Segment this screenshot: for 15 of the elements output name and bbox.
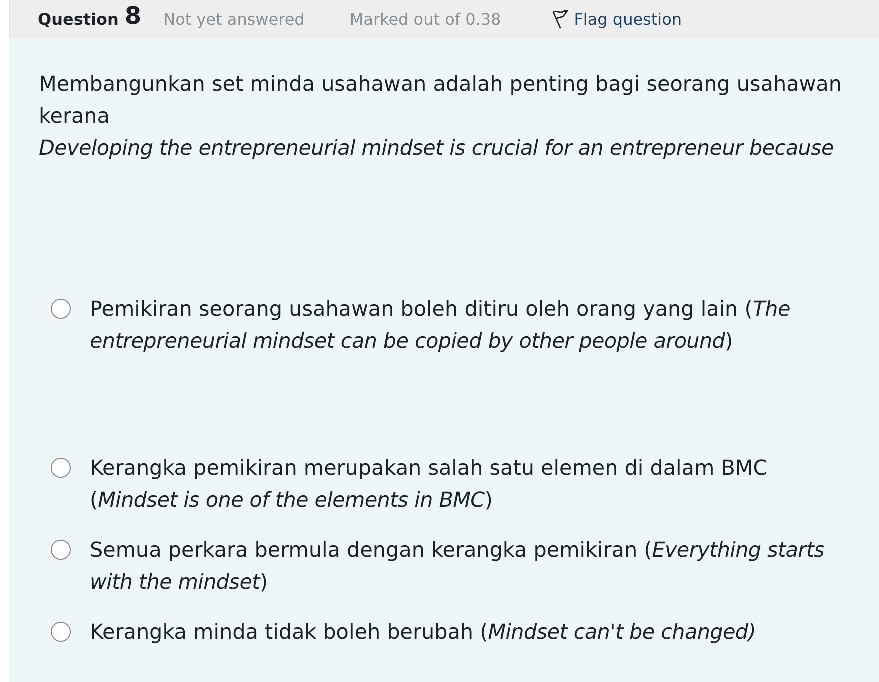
option-label: Pemikiran seorang usahawan boleh ditiru oleh orang yang lain (The entrepreneurial mindset can be copied by other people around) xyxy=(90,296,792,355)
option-label: Kerangka pemikiran merupakan salah satu elemen di dalam BMC (Mindset is one of the elements in BMC) xyxy=(90,455,769,514)
flag-question-link[interactable]: Flag question xyxy=(552,9,682,29)
question-number: 8 xyxy=(124,2,142,30)
radio-button[interactable] xyxy=(51,540,71,560)
grade-info: Marked out of 0.38 xyxy=(350,10,502,28)
question-translation: Developing the entrepreneurial mindset is crucial for an entrepreneur because xyxy=(39,135,835,162)
radio-button[interactable] xyxy=(51,458,71,478)
question-label: Question xyxy=(38,10,119,28)
radio-button[interactable] xyxy=(51,622,71,642)
answer-status: Not yet answered xyxy=(164,10,305,28)
option-label: Semua perkara bermula dengan kerangka pemikiran (Everything starts with the mindset) xyxy=(90,537,826,596)
question-prompt: Membangunkan set minda usahawan adalah penting bagi seorang usahawan kerana xyxy=(39,71,843,130)
option-label: Kerangka minda tidak boleh berubah (Mindset can't be changed) xyxy=(90,619,758,646)
radio-button[interactable] xyxy=(51,299,71,319)
